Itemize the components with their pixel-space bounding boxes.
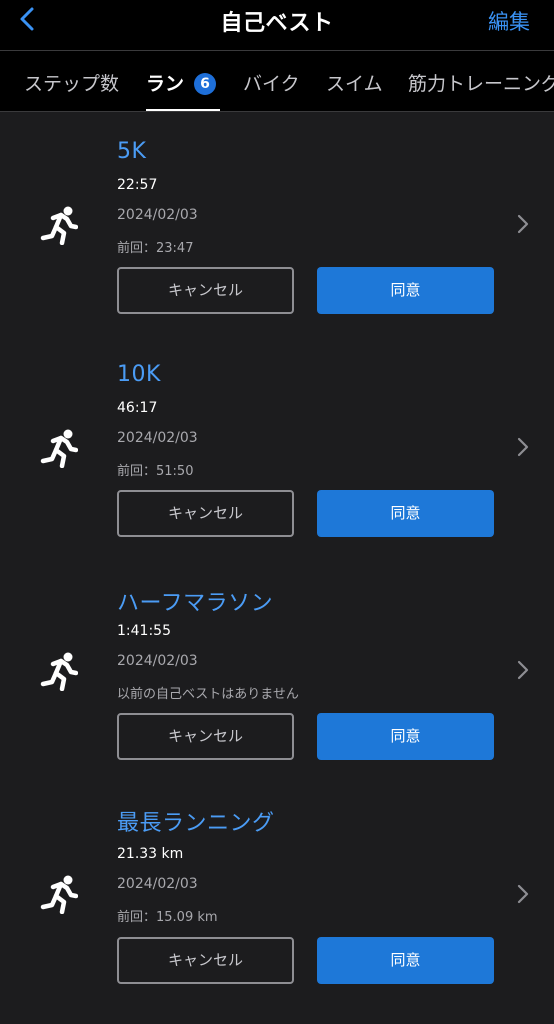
record-name: 最長ランニング [117, 811, 275, 836]
record-name: 10K [117, 362, 161, 387]
chevron-right-icon [517, 214, 529, 234]
tab-label: スイム [326, 73, 383, 95]
record-name: 5K [117, 139, 147, 164]
category-tabs: ステップ数 ラン 6 バイク スイム 筋力トレーニング [0, 51, 554, 112]
tab-label: 筋力トレーニング [408, 73, 554, 95]
running-person-icon [40, 206, 78, 245]
navigation-bar: 自己ベスト 編集 [0, 0, 554, 51]
record-date: 2024/02/03 [117, 653, 198, 669]
record-name: ハーフマラソン [117, 591, 274, 616]
previous-record: 前回：15.09 km [117, 910, 218, 925]
record-card-10k[interactable]: 10K 46:17 2024/02/03 前回：51:50 キャンセル 同意 [0, 335, 554, 540]
chevron-right-icon [517, 437, 529, 457]
cancel-button[interactable]: キャンセル [117, 713, 294, 760]
running-person-icon [40, 875, 78, 914]
cancel-button[interactable]: キャンセル [117, 937, 294, 984]
tab-label: ラン [146, 73, 185, 95]
tab-strength-training[interactable]: 筋力トレーニング [408, 69, 554, 96]
tab-label: バイク [243, 73, 300, 95]
tab-steps[interactable]: ステップ数 [24, 69, 119, 96]
record-card-5k[interactable]: 5K 22:57 2024/02/03 前回：23:47 キャンセル 同意 [0, 112, 554, 317]
previous-record: 以前の自己ベストはありません [117, 687, 299, 702]
record-value: 21.33 km [117, 846, 184, 862]
record-value: 46:17 [117, 400, 158, 416]
tab-bike[interactable]: バイク [243, 69, 300, 96]
active-tab-indicator [146, 109, 220, 111]
record-card-half-marathon[interactable]: ハーフマラソン 1:41:55 2024/02/03 以前の自己ベストはありませ… [0, 558, 554, 763]
tab-run[interactable]: ラン 6 [146, 69, 217, 96]
count-badge: 6 [194, 73, 217, 95]
agree-button[interactable]: 同意 [317, 937, 494, 984]
agree-button[interactable]: 同意 [317, 713, 494, 760]
chevron-right-icon [517, 660, 529, 680]
chevron-right-icon [517, 884, 529, 904]
tab-label: ステップ数 [24, 73, 120, 95]
agree-button[interactable]: 同意 [317, 490, 494, 537]
previous-record: 前回：51:50 [117, 464, 194, 479]
record-value: 1:41:55 [117, 623, 171, 639]
page-title: 自己ベスト [220, 11, 334, 36]
edit-button[interactable]: 編集 [488, 6, 530, 36]
agree-button[interactable]: 同意 [317, 267, 494, 314]
record-date: 2024/02/03 [117, 876, 198, 892]
tab-swim[interactable]: スイム [326, 69, 383, 96]
previous-record: 前回：23:47 [117, 241, 194, 256]
record-date: 2024/02/03 [117, 430, 198, 446]
cancel-button[interactable]: キャンセル [117, 490, 294, 537]
running-person-icon [40, 429, 78, 468]
record-value: 22:57 [117, 177, 158, 193]
record-card-longest-run[interactable]: 最長ランニング 21.33 km 2024/02/03 前回：15.09 km … [0, 782, 554, 987]
record-date: 2024/02/03 [117, 207, 198, 223]
running-person-icon [40, 652, 78, 691]
cancel-button[interactable]: キャンセル [117, 267, 294, 314]
